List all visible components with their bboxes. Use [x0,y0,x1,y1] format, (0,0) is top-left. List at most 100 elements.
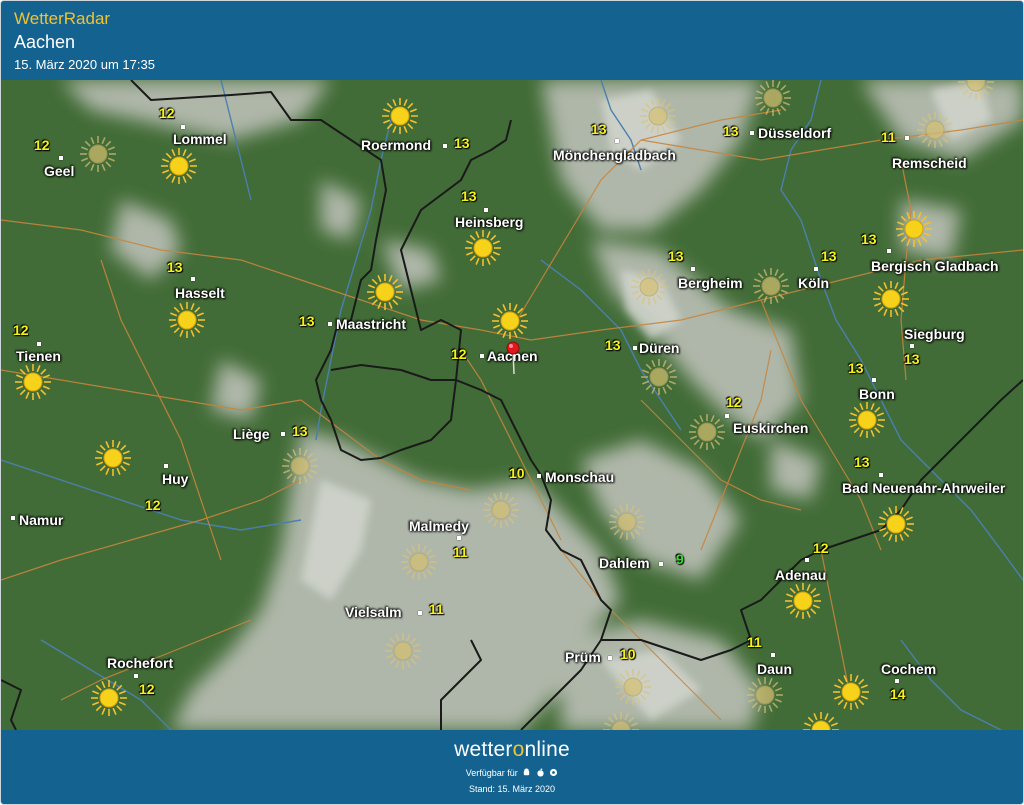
location-pin-icon[interactable] [505,340,521,376]
city-dot-dueren [633,346,637,350]
city-dot-tienen [37,342,41,346]
city-dot-aachen [480,354,484,358]
sun-icon [785,583,821,619]
sun-icon [615,669,651,705]
data-stand: Stand: 15. März 2020 [468,784,556,794]
city-dot-monschau [537,474,541,478]
city-dueren: Düren [639,340,680,356]
city-dot-namur [11,516,15,520]
city-bad-neuenahr: Bad Neuenahr-Ahrweiler [842,480,1006,496]
city-dot-heinsberg [484,208,488,212]
timestamp: 15. März 2020 um 17:35 [14,57,155,72]
city-malmedy: Malmedy [409,518,469,534]
city-dot-pruem [608,656,612,660]
city-roermond: Roermond [361,137,431,153]
sun-icon [641,359,677,395]
city-maastricht: Maastricht [336,316,407,332]
android-icon[interactable] [522,768,531,777]
temp-monschau: 10 [509,465,525,481]
temp-bonn: 13 [848,360,864,376]
weather-radar-map[interactable]: 12 Geel 12 Lommel Roermond 13 13 Mönchen… [1,80,1023,730]
temp-liege: 13 [292,423,308,439]
sun-icon [282,448,318,484]
brand-logo[interactable]: wetteronline [1,738,1023,762]
sun-icon [382,98,418,134]
city-duesseldorf: Düsseldorf [758,125,832,141]
sun-icon [483,492,519,528]
city-hasselt: Hasselt [175,285,225,301]
city-euskirchen: Euskirchen [733,420,809,436]
city-moenchengladbach: Mönchengladbach [553,147,676,163]
city-dot-roermond [443,144,447,148]
sun-icon [465,230,501,266]
temp-rochefort: 12 [139,681,155,697]
sun-icon [367,274,403,310]
sun-icon [896,211,932,247]
sun-icon [640,98,676,134]
sun-icon [631,269,667,305]
city-dot-bonn [872,378,876,382]
sun-icon [401,544,437,580]
city-monschau: Monschau [545,469,615,485]
city-siegburg: Siegburg [904,326,965,342]
city-dot-siegburg [910,344,914,348]
availability-line: Verfügbar für [1,768,1023,778]
sun-icon [755,80,791,116]
city-pruem: Prüm [565,649,601,665]
brand-prefix: wetter [454,738,513,761]
sun-icon [609,504,645,540]
temp-tienen: 12 [13,322,29,338]
city-dot-vielsalm [418,611,422,615]
city-dot-adenau [805,558,809,562]
city-dot-bergisch-gladbach [887,249,891,253]
city-remscheid: Remscheid [892,155,967,171]
temp-dueren: 13 [605,337,621,353]
city-dot-rochefort [134,674,138,678]
city-dot-remscheid [905,136,909,140]
sun-icon [873,281,909,317]
city-vielsalm: Vielsalm [345,604,402,620]
temp-heinsberg: 13 [461,188,477,204]
brand-accent-o: o [512,738,525,761]
available-text: Verfügbar für [465,768,518,778]
apple-icon[interactable] [536,768,545,777]
temp-koeln: 13 [821,248,837,264]
temp-moenchengladbach: 13 [591,121,607,137]
city-adenau: Adenau [775,567,827,583]
temp-euskirchen: 12 [726,394,742,410]
sun-icon [169,302,205,338]
sun-icon [15,364,51,400]
city-koeln: Köln [798,275,830,291]
footer: wetteronline Verfügbar für Stand: 15. Mä… [1,730,1023,804]
sun-icon [91,680,127,716]
temp-maastricht: 13 [299,313,315,329]
temp-cochem: 14 [890,686,906,702]
city-dot-bergheim [691,267,695,271]
windows-icon[interactable] [549,768,558,777]
city-bergisch-gladbach: Bergisch Gladbach [871,258,999,274]
brand-suffix: nline [524,738,570,761]
sun-icon [492,303,528,339]
sun-icon [917,112,953,148]
city-bergheim: Bergheim [678,275,743,291]
sun-icon [80,136,116,172]
city-dot-bad-neuenahr [879,473,883,477]
temp-huy: 12 [145,497,161,513]
city-dot-daun [771,653,775,657]
temp-duesseldorf: 13 [723,123,739,139]
city-dot-moenchengladbach [615,139,619,143]
sun-icon [833,674,869,710]
city-dot-liege [281,432,285,436]
temp-adenau: 12 [813,540,829,556]
temp-bergisch-gladbach: 13 [861,231,877,247]
temp-siegburg: 13 [904,351,920,367]
temp-bad-neuenahr: 13 [854,454,870,470]
city-daun: Daun [757,661,792,677]
city-dot-huy [164,464,168,468]
city-dot-lommel [181,125,185,129]
map-background [1,80,1023,730]
city-cochem: Cochem [881,661,937,677]
sun-icon [747,677,783,713]
temp-pruem: 10 [620,646,636,662]
city-huy: Huy [162,471,189,487]
